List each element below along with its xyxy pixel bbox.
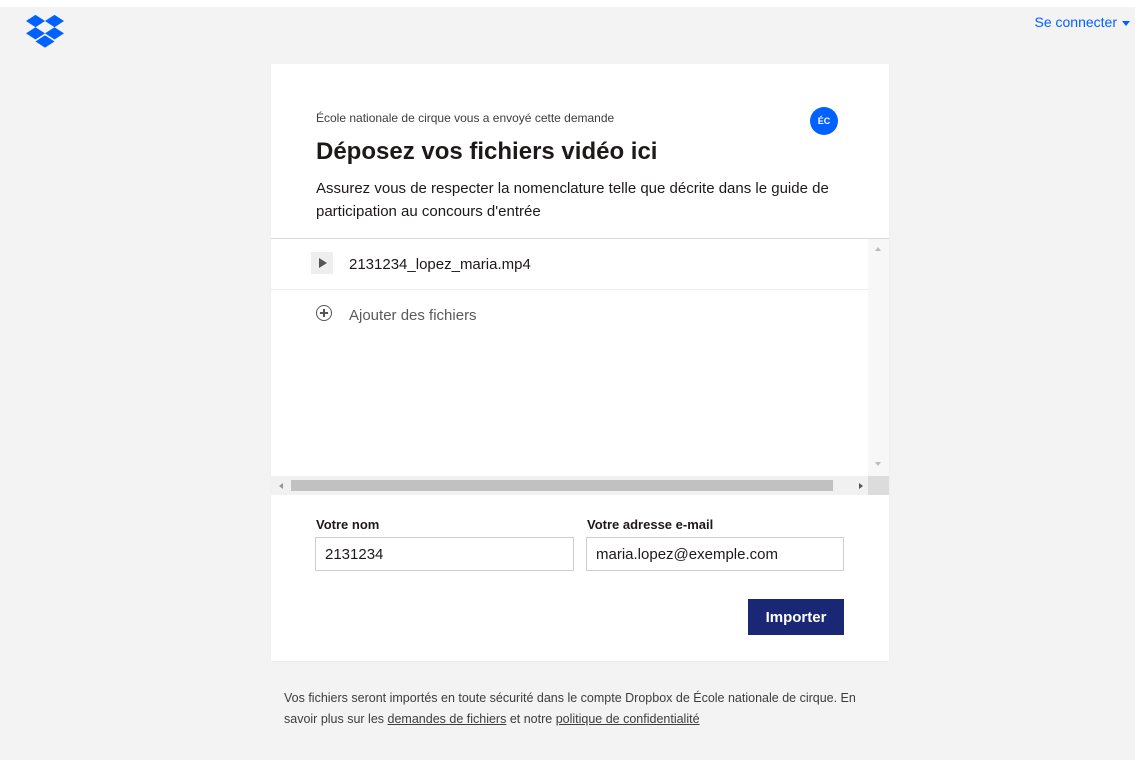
name-label: Votre nom [316,517,380,532]
scroll-left-icon[interactable] [279,483,283,489]
request-description: Assurez vous de respecter la nomenclatur… [316,180,829,220]
caret-down-icon [1122,20,1130,26]
horizontal-scrollbar[interactable] [271,476,889,495]
add-files-label: Ajouter des fichiers [349,307,477,324]
footer-text-middle: et notre [506,712,556,726]
add-files-button[interactable]: Ajouter des fichiers [271,290,868,340]
privacy-policy-link[interactable]: politique de confidentialité [556,712,700,726]
signin-label[interactable]: Se connecter [1035,14,1118,30]
scrollbar-corner [868,476,889,495]
footer-notice: Vos fichiers seront importés en toute sé… [284,688,859,730]
sender-text: École nationale de cirque vous a envoyé … [316,111,615,125]
avatar: ÉC [810,107,838,135]
scroll-up-icon[interactable] [875,247,881,251]
play-icon[interactable] [311,252,333,274]
file-requests-link[interactable]: demandes de fichiers [388,712,507,726]
file-request-card: École nationale de cirque vous a envoyé … [271,64,889,661]
dropbox-logo-icon[interactable] [26,14,64,48]
file-list: 2131234_lopez_maria.mp4 Ajouter des fich… [271,238,889,495]
file-name: 2131234_lopez_maria.mp4 [349,256,531,273]
add-circle-icon [316,305,332,321]
email-label: Votre adresse e-mail [587,517,714,532]
page-title: Déposez vos fichiers vidéo ici [316,138,658,165]
scroll-down-icon[interactable] [875,462,881,466]
import-button[interactable]: Importer [748,599,844,635]
scrollbar-thumb[interactable] [291,480,833,491]
vertical-scrollbar[interactable] [868,239,889,476]
list-item[interactable]: 2131234_lopez_maria.mp4 [271,239,868,290]
name-field[interactable] [315,537,574,571]
scroll-right-icon[interactable] [859,483,863,489]
email-field[interactable] [586,537,844,571]
signin-menu[interactable]: Se connecter [1035,14,1130,30]
